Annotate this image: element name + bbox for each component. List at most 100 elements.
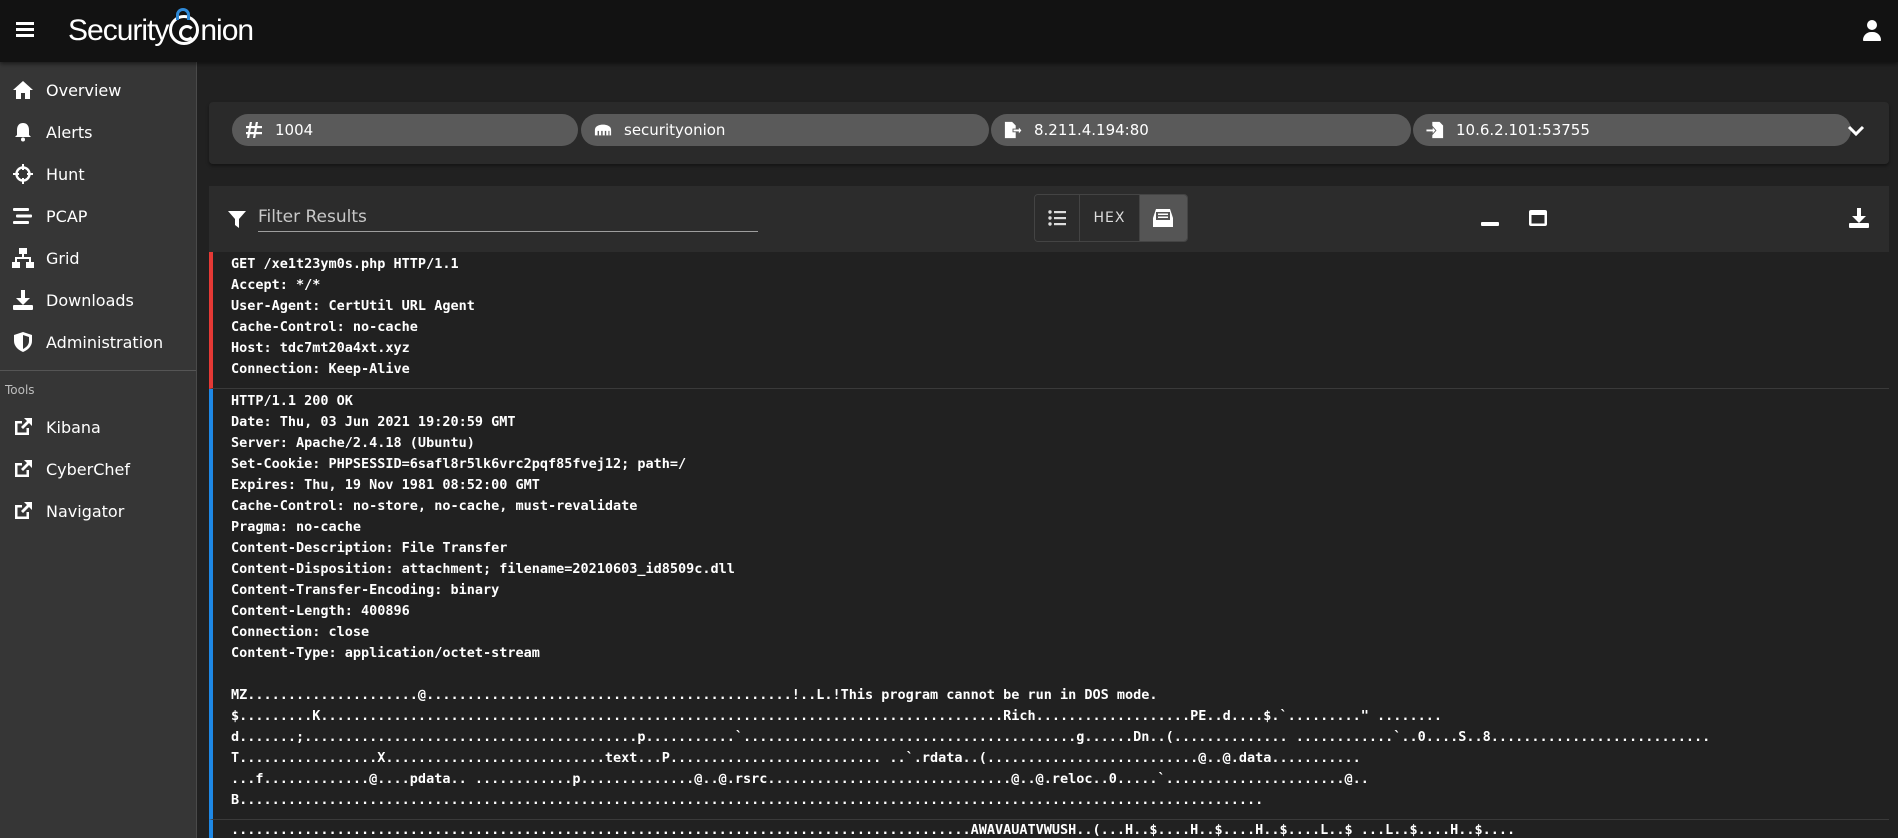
response-line: Content-Length: 400896 xyxy=(231,603,410,619)
logo-swoosh-icon xyxy=(176,8,190,20)
sidebar-item-grid[interactable]: Grid xyxy=(0,237,196,279)
external-link-icon xyxy=(12,458,34,480)
sidebar-divider xyxy=(0,370,196,371)
maximize-button[interactable] xyxy=(1526,206,1550,230)
sidebar-item-pcap[interactable]: PCAP xyxy=(0,195,196,237)
request-line: Connection: Keep-Alive xyxy=(231,361,410,377)
chip-sensor[interactable]: securityonion xyxy=(581,114,989,146)
pcap-panel: HEX GET /xe1t23ym0s.php HTTP/1.1 Accept:… xyxy=(209,186,1889,838)
sidebar-item-overview[interactable]: Overview xyxy=(0,69,196,111)
sidebar-item-label: Alerts xyxy=(46,122,93,142)
home-icon xyxy=(12,79,34,101)
sidebar: Overview Alerts Hunt PCAP Grid Downloads xyxy=(0,62,197,838)
response-line: d.......;...............................… xyxy=(231,729,1711,745)
chip-id-value: 1004 xyxy=(275,121,314,139)
logo[interactable]: Security nion xyxy=(68,8,254,50)
chip-destination-value: 10.6.2.101:53755 xyxy=(1456,121,1590,139)
response-line: Connection: close xyxy=(231,624,370,640)
download-pcap-button[interactable] xyxy=(1847,206,1871,230)
file-import-icon xyxy=(1426,121,1444,139)
response-line: ........................................… xyxy=(231,822,1516,838)
view-list-button[interactable] xyxy=(1035,195,1081,241)
external-link-icon xyxy=(12,416,34,438)
sidebar-item-label: CyberChef xyxy=(46,459,131,479)
response-line: Server: Apache/2.4.18 (Ubuntu) xyxy=(231,435,475,451)
download-icon xyxy=(1849,208,1869,228)
file-export-icon xyxy=(1004,121,1022,139)
main-content: 1004 securityonion 8.211.4.194:80 10.6.2… xyxy=(197,62,1898,838)
sidebar-item-label: Administration xyxy=(46,332,164,352)
response-line: Date: Thu, 03 Jun 2021 19:20:59 GMT xyxy=(231,414,516,430)
response-line: Expires: Thu, 19 Nov 1981 08:52:00 GMT xyxy=(231,477,540,493)
response-line: Content-Disposition: attachment; filenam… xyxy=(231,561,735,577)
app-bar: Security nion xyxy=(0,0,1898,62)
request-line: Cache-Control: no-cache xyxy=(231,319,418,335)
response-line: Pragma: no-cache xyxy=(231,519,362,535)
shield-icon xyxy=(12,331,34,353)
sidebar-item-label: Kibana xyxy=(46,417,101,437)
pcap-toolbar: HEX xyxy=(209,186,1889,252)
response-block: ........................................… xyxy=(209,820,1889,838)
sidebar-item-label: Navigator xyxy=(46,501,125,521)
request-block: GET /xe1t23ym0s.php HTTP/1.1 Accept: */*… xyxy=(209,252,1889,389)
response-block: HTTP/1.1 200 OK Date: Thu, 03 Jun 2021 1… xyxy=(209,389,1889,820)
sidebar-item-alerts[interactable]: Alerts xyxy=(0,111,196,153)
chip-id[interactable]: 1004 xyxy=(232,114,578,146)
request-line: GET /xe1t23ym0s.php HTTP/1.1 xyxy=(231,256,459,272)
network-icon xyxy=(12,247,34,269)
sidebar-item-cyberchef[interactable]: CyberChef xyxy=(0,448,196,490)
response-line: $.........K.............................… xyxy=(231,708,1443,724)
sidebar-item-label: Overview xyxy=(46,80,122,100)
response-line: Content-Transfer-Encoding: binary xyxy=(231,582,500,598)
chip-source-value: 8.211.4.194:80 xyxy=(1034,121,1149,139)
list-icon xyxy=(1048,210,1067,226)
view-transcript-button[interactable] xyxy=(1139,195,1187,241)
menu-icon[interactable] xyxy=(16,19,34,43)
transcript-content: GET /xe1t23ym0s.php HTTP/1.1 Accept: */*… xyxy=(209,252,1889,838)
sidebar-item-label: Hunt xyxy=(46,164,85,184)
chevron-down-icon[interactable] xyxy=(1847,122,1865,140)
response-line: Content-Type: application/octet-stream xyxy=(231,645,540,661)
request-line: Accept: */* xyxy=(231,277,321,293)
connection-summary-bar: 1004 securityonion 8.211.4.194:80 10.6.2… xyxy=(209,102,1889,164)
chip-source[interactable]: 8.211.4.194:80 xyxy=(991,114,1411,146)
response-line: T.................X.....................… xyxy=(231,750,1361,766)
response-line: Content-Description: File Transfer xyxy=(231,540,508,556)
stream-icon xyxy=(12,205,34,227)
response-line: Cache-Control: no-store, no-cache, must-… xyxy=(231,498,638,514)
minimize-button[interactable] xyxy=(1478,206,1502,230)
response-line: B.......................................… xyxy=(231,792,1264,808)
bell-icon xyxy=(12,121,34,143)
response-line xyxy=(231,664,1889,685)
inbox-text-icon xyxy=(1153,209,1174,227)
response-line: Set-Cookie: PHPSESSID=6safl8r5lk6vrc2pqf… xyxy=(231,456,687,472)
user-icon[interactable] xyxy=(1862,20,1882,42)
sidebar-item-administration[interactable]: Administration xyxy=(0,321,196,363)
chip-destination[interactable]: 10.6.2.101:53755 xyxy=(1413,114,1851,146)
filter-icon xyxy=(227,210,247,230)
sidebar-item-kibana[interactable]: Kibana xyxy=(0,406,196,448)
sidebar-item-label: Grid xyxy=(46,248,80,268)
view-hex-button[interactable]: HEX xyxy=(1080,195,1140,241)
logo-text-security: Security xyxy=(68,14,169,47)
sidebar-item-hunt[interactable]: Hunt xyxy=(0,153,196,195)
response-line: MZ.....................@................… xyxy=(231,687,1158,703)
window-maximize-icon xyxy=(1529,210,1547,226)
hashtag-icon xyxy=(245,121,263,139)
download-icon xyxy=(12,289,34,311)
response-line: HTTP/1.1 200 OK xyxy=(231,393,353,409)
sensor-icon xyxy=(594,121,612,139)
window-minimize-icon xyxy=(1481,222,1499,226)
sidebar-item-label: PCAP xyxy=(46,206,88,226)
sidebar-item-navigator[interactable]: Navigator xyxy=(0,490,196,532)
tools-heading: Tools xyxy=(5,383,35,397)
sidebar-item-downloads[interactable]: Downloads xyxy=(0,279,196,321)
response-line: ...f.............@....pdata.. ..........… xyxy=(231,771,1369,787)
external-link-icon xyxy=(12,500,34,522)
logo-text-onion: nion xyxy=(200,14,254,47)
request-line: Host: tdc7mt20a4xt.xyz xyxy=(231,340,410,356)
view-mode-toggle: HEX xyxy=(1034,194,1188,242)
chip-sensor-value: securityonion xyxy=(624,121,726,139)
filter-input[interactable] xyxy=(258,202,758,232)
sidebar-item-label: Downloads xyxy=(46,290,134,310)
